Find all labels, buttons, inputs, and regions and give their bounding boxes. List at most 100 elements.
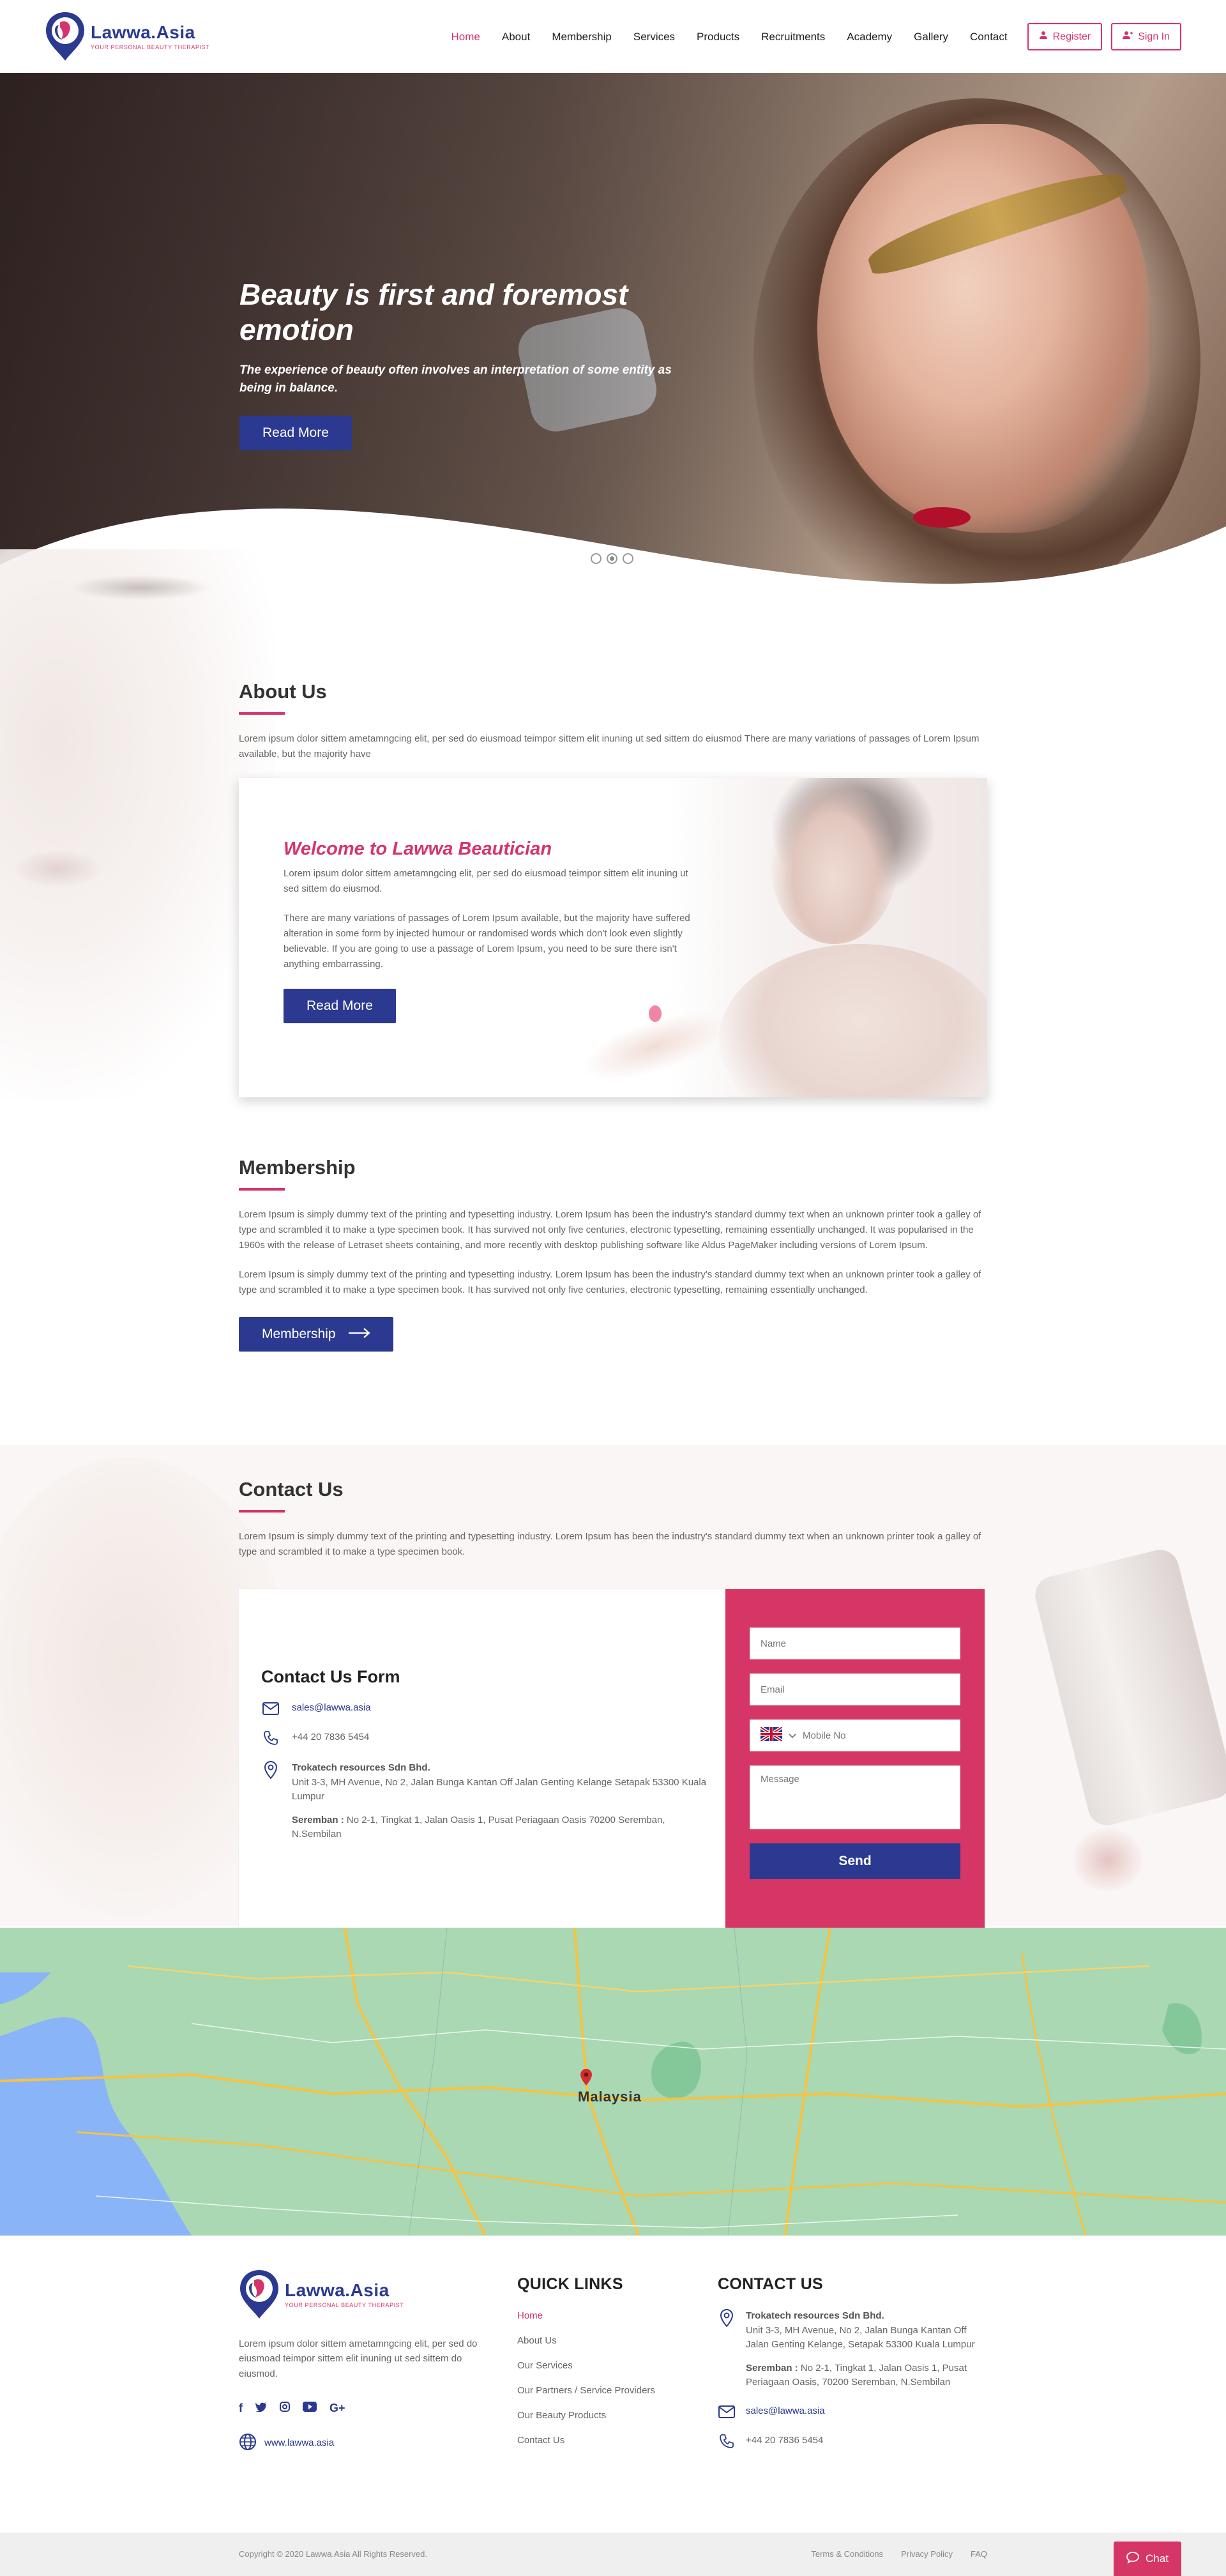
chat-label: Chat — [1146, 2552, 1169, 2565]
footer-phone: +44 20 7836 5454 — [746, 2434, 824, 2446]
logo[interactable]: Lawwa.Asia YOUR PERSONAL BEAUTY THERAPIS… — [45, 11, 209, 62]
register-label: Register — [1052, 31, 1091, 42]
welcome-text-2: There are many variations of passages of… — [284, 913, 690, 970]
main-nav: Home About Membership Services Products … — [441, 23, 1181, 50]
footer-contact-title: CONTACT US — [718, 2275, 824, 2293]
user-plus-icon — [1123, 31, 1133, 43]
phone-icon — [718, 2434, 736, 2449]
signin-label: Sign In — [1138, 31, 1170, 42]
envelope-icon — [718, 2405, 736, 2418]
mobile-placeholder: Mobile No — [803, 1730, 846, 1741]
seremban-address: No 2-1, Tingkat 1, Jalan Oasis 1, Pusat … — [292, 1814, 665, 1840]
contact-email-link[interactable]: sales@lawwa.asia — [292, 1702, 371, 1713]
footer-about: Lorem ipsum dolor sittem ametamngcing el… — [239, 2338, 478, 2379]
nav-gallery[interactable]: Gallery — [914, 31, 948, 43]
nail-polish-image — [1031, 1546, 1226, 1829]
slider-dot-2[interactable] — [607, 553, 617, 564]
nav-home[interactable]: Home — [451, 31, 480, 43]
twitter-icon[interactable] — [255, 2402, 267, 2415]
nav-membership[interactable]: Membership — [552, 31, 612, 43]
youtube-icon[interactable] — [303, 2401, 317, 2415]
footer-link-products[interactable]: Our Beauty Products — [517, 2410, 709, 2421]
title-underline — [239, 712, 285, 715]
faq-link[interactable]: FAQ — [971, 2549, 987, 2559]
contact-form-title: Contact Us Form — [261, 1667, 400, 1686]
background-face-image — [0, 549, 275, 1099]
hero-read-more-button[interactable]: Read More — [239, 416, 352, 451]
title-underline — [239, 1510, 285, 1513]
footer-link-home[interactable]: Home — [517, 2310, 709, 2321]
brand-tagline: YOUR PERSONAL BEAUTY THERAPIST — [91, 44, 210, 50]
membership-title: Membership — [239, 1156, 356, 1178]
chat-button[interactable]: Chat — [1114, 2542, 1181, 2576]
nav-services[interactable]: Services — [633, 31, 675, 43]
membership-button-label: Membership — [262, 1327, 336, 1341]
nav-about[interactable]: About — [502, 31, 530, 43]
site-header: Lawwa.Asia YOUR PERSONAL BEAUTY THERAPIS… — [0, 0, 1226, 73]
register-button[interactable]: Register — [1027, 23, 1103, 50]
location-map[interactable]: Malaysia — [0, 1928, 1226, 2236]
contact-text: Lorem Ipsum is simply dummy text of the … — [239, 1531, 981, 1557]
welcome-read-more-button[interactable]: Read More — [284, 989, 396, 1023]
footer-link-contact[interactable]: Contact Us — [517, 2435, 709, 2446]
about-title: About Us — [239, 680, 327, 703]
privacy-link[interactable]: Privacy Policy — [901, 2549, 953, 2559]
globe-icon — [239, 2433, 257, 2453]
footer-website-link[interactable]: www.lawwa.asia — [264, 2437, 334, 2448]
contact-phone: +44 20 7836 5454 — [292, 1732, 370, 1742]
hero-subtitle: The experience of beauty often involves … — [239, 363, 672, 395]
footer-email-link[interactable]: sales@lawwa.asia — [746, 2405, 825, 2416]
footer: Lawwa.Asia YOUR PERSONAL BEAUTY THERAPIS… — [0, 2236, 1226, 2533]
location-pin-icon — [718, 2309, 736, 2327]
google-plus-icon[interactable]: G+ — [329, 2402, 345, 2415]
footer-company: Trokatech resources Sdn Bhd. — [746, 2310, 884, 2321]
nav-products[interactable]: Products — [697, 31, 739, 43]
nav-recruitments[interactable]: Recruitments — [761, 31, 825, 43]
facebook-icon[interactable]: f — [239, 2402, 243, 2415]
signin-button[interactable]: Sign In — [1111, 23, 1181, 50]
footer-link-about[interactable]: About Us — [517, 2335, 709, 2346]
uk-flag-icon[interactable] — [759, 1725, 783, 1744]
email-field[interactable]: Email — [750, 1673, 960, 1705]
arrow-right-icon — [348, 1327, 370, 1342]
membership-button[interactable]: Membership — [239, 1317, 393, 1352]
terms-link[interactable]: Terms & Conditions — [811, 2549, 883, 2559]
welcome-title: Welcome to Lawwa Beautician — [284, 839, 552, 859]
location-pin-icon — [261, 1761, 280, 1779]
instagram-icon[interactable] — [280, 2401, 290, 2415]
welcome-text-1: Lorem ipsum dolor sittem ametamngcing el… — [284, 868, 688, 894]
chevron-down-icon[interactable] — [789, 1730, 796, 1741]
nav-academy[interactable]: Academy — [847, 31, 892, 43]
title-underline — [239, 1188, 285, 1191]
contact-info: Contact Us Form sales@lawwa.asia +44 20 … — [261, 1667, 708, 1842]
mobile-field[interactable]: Mobile No — [750, 1719, 960, 1751]
phone-icon — [261, 1730, 280, 1746]
name-field[interactable]: Name — [750, 1627, 960, 1659]
footer-link-partners[interactable]: Our Partners / Service Providers — [517, 2385, 709, 2396]
envelope-icon — [261, 1702, 280, 1715]
brand-name: Lawwa.Asia — [91, 22, 195, 42]
copyright: Copyright © 2020 Lawwa.Asia All Rights R… — [239, 2549, 428, 2559]
social-links: f G+ — [239, 2401, 494, 2415]
nav-contact[interactable]: Contact — [970, 31, 1008, 43]
chat-bubble-icon — [1126, 2551, 1139, 2567]
logo-mark — [45, 11, 86, 62]
quick-links: Home About Us Our Services Our Partners … — [517, 2310, 709, 2446]
user-icon — [1039, 31, 1048, 43]
legal-links: Terms & Conditions Privacy Policy FAQ — [811, 2549, 987, 2559]
membership-text-1: Lorem Ipsum is simply dummy text of the … — [239, 1209, 981, 1251]
contact-company: Trokatech resources Sdn Bhd. — [292, 1762, 430, 1773]
logo-mark — [239, 2269, 280, 2320]
message-field[interactable]: Message — [750, 1765, 960, 1829]
contact-box: Contact Us Form sales@lawwa.asia +44 20 … — [239, 1589, 985, 1928]
membership-section: Membership Lorem Ipsum is simply dummy t… — [239, 1156, 987, 1352]
footer-logo[interactable]: Lawwa.Asia YOUR PERSONAL BEAUTY THERAPIS… — [239, 2269, 494, 2320]
slider-dot-3[interactable] — [623, 553, 633, 564]
footer-address: Unit 3-3, MH Avenue, No 2, Jalan Bunga K… — [746, 2324, 975, 2351]
footer-link-services[interactable]: Our Services — [517, 2360, 709, 2371]
map-label: Malaysia — [578, 2089, 642, 2105]
send-button[interactable]: Send — [750, 1843, 960, 1879]
footer-brand-tagline: YOUR PERSONAL BEAUTY THERAPIST — [285, 2302, 404, 2308]
slider-dot-1[interactable] — [591, 553, 602, 564]
slider-dots — [591, 553, 633, 564]
